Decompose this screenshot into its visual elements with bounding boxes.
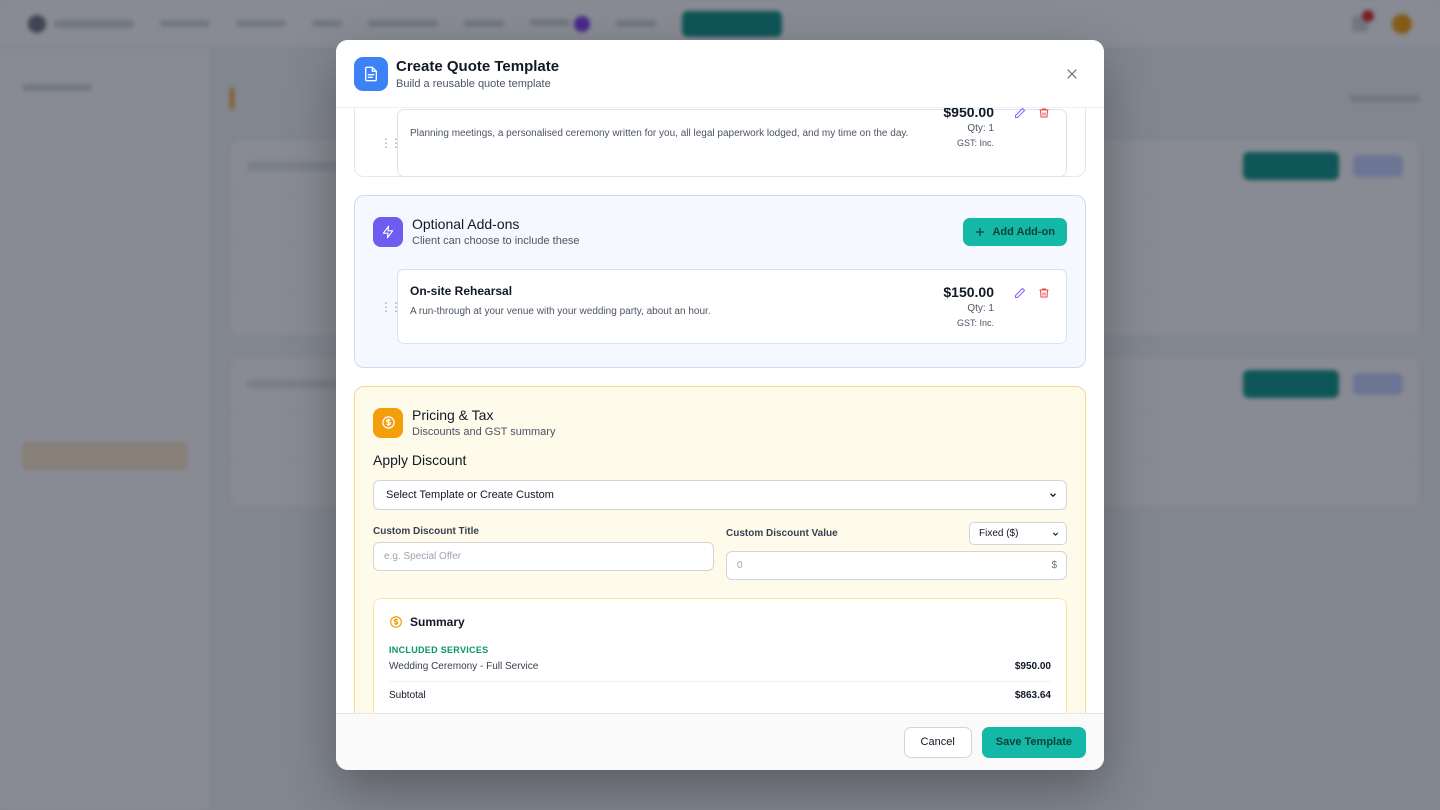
modal-title: Create Quote Template — [396, 57, 560, 75]
addon-item-gst: GST: Inc. — [956, 318, 994, 328]
custom-discount-value-label: Custom Discount Value — [726, 528, 838, 539]
addon-item-description: A run-through at your venue with your we… — [410, 306, 711, 317]
plus-icon — [976, 227, 985, 236]
trash-icon — [1039, 108, 1049, 118]
included-services-section: ⋮⋮ Planning meetings, a personalised cer… — [354, 108, 1086, 177]
cancel-button[interactable]: Cancel — [903, 726, 972, 758]
addon-item-price: $150.00 — [943, 284, 994, 300]
modal-footer: Cancel Save Template — [336, 713, 1104, 770]
summary-row-label: Wedding Ceremony - Full Service — [389, 661, 539, 672]
subtotal-amount: $863.64 — [1014, 690, 1051, 701]
currency-suffix: $ — [1051, 560, 1057, 571]
subtotal-label: Subtotal — [389, 690, 426, 701]
edit-button[interactable] — [1014, 286, 1026, 304]
included-item-description: Planning meetings, a personalised ceremo… — [410, 128, 909, 139]
pencil-icon — [1015, 287, 1026, 298]
add-addon-label: Add Add-on — [992, 225, 1055, 238]
discount-type-value: Fixed ($) — [979, 528, 1019, 539]
summary-row-amount: $950.00 — [1014, 661, 1051, 672]
edit-button[interactable] — [1014, 108, 1026, 124]
pricing-title: Pricing & Tax — [412, 407, 494, 423]
modal-body[interactable]: ⋮⋮ Planning meetings, a personalised cer… — [336, 108, 1104, 713]
included-item: ⋮⋮ Planning meetings, a personalised cer… — [380, 108, 1067, 177]
included-item-qty: Qty: 1 — [967, 123, 994, 134]
discount-template-select[interactable]: Select Template or Create Custom — [373, 480, 1067, 510]
addon-item-qty: Qty: 1 — [967, 303, 994, 314]
lightning-icon — [373, 216, 403, 247]
included-item-gst: GST: Inc. — [956, 138, 994, 148]
apply-discount-heading: Apply Discount — [373, 452, 467, 468]
add-addon-button[interactable]: Add Add-on — [963, 217, 1067, 246]
chevron-down-icon — [1050, 493, 1056, 498]
close-button[interactable] — [1058, 60, 1086, 88]
custom-discount-title-label: Custom Discount Title — [373, 526, 479, 537]
dollar-icon — [373, 407, 403, 438]
summary-section-label: INCLUDED SERVICES — [389, 645, 489, 655]
included-item-price: $950.00 — [943, 108, 994, 120]
optional-addons-section: Optional Add-ons Client can choose to in… — [354, 195, 1086, 368]
custom-discount-title-input[interactable]: e.g. Special Offer — [373, 542, 714, 571]
addons-title: Optional Add-ons — [412, 216, 520, 232]
custom-discount-value-placeholder: 0 — [737, 560, 743, 571]
summary-title: Summary — [410, 615, 465, 629]
drag-handle-icon[interactable]: ⋮⋮ — [380, 300, 402, 314]
pricing-subtitle: Discounts and GST summary — [412, 426, 556, 438]
delete-button[interactable] — [1038, 108, 1050, 124]
pricing-tax-section: Pricing & Tax Discounts and GST summary … — [354, 386, 1086, 713]
discount-type-select[interactable]: Fixed ($) — [969, 522, 1067, 545]
save-template-button[interactable]: Save Template — [981, 726, 1086, 758]
drag-handle-icon[interactable]: ⋮⋮ — [380, 136, 402, 150]
custom-discount-title-placeholder: e.g. Special Offer — [384, 551, 462, 562]
discount-template-value: Select Template or Create Custom — [386, 489, 554, 501]
summary-row: Wedding Ceremony - Full Service $950.00 — [389, 655, 1051, 678]
create-quote-template-modal: Create Quote Template Build a reusable q… — [336, 40, 1104, 770]
trash-icon — [1039, 288, 1049, 298]
addon-item: ⋮⋮ On-site Rehearsal A run-through at yo… — [380, 269, 1067, 344]
close-icon — [1067, 68, 1077, 79]
custom-discount-value-input[interactable]: 0 $ — [726, 551, 1067, 580]
subtotal-row: Subtotal $863.64 — [389, 682, 1051, 707]
addons-subtitle: Client can choose to include these — [412, 235, 580, 247]
modal-subtitle: Build a reusable quote template — [396, 77, 551, 90]
delete-button[interactable] — [1038, 286, 1050, 304]
summary-card: Summary INCLUDED SERVICES Wedding Ceremo… — [373, 598, 1067, 713]
pencil-icon — [1015, 108, 1026, 118]
document-icon — [354, 56, 388, 91]
chevron-down-icon — [1052, 531, 1059, 536]
dollar-circle-icon — [390, 616, 402, 628]
modal-header: Create Quote Template Build a reusable q… — [336, 40, 1104, 108]
